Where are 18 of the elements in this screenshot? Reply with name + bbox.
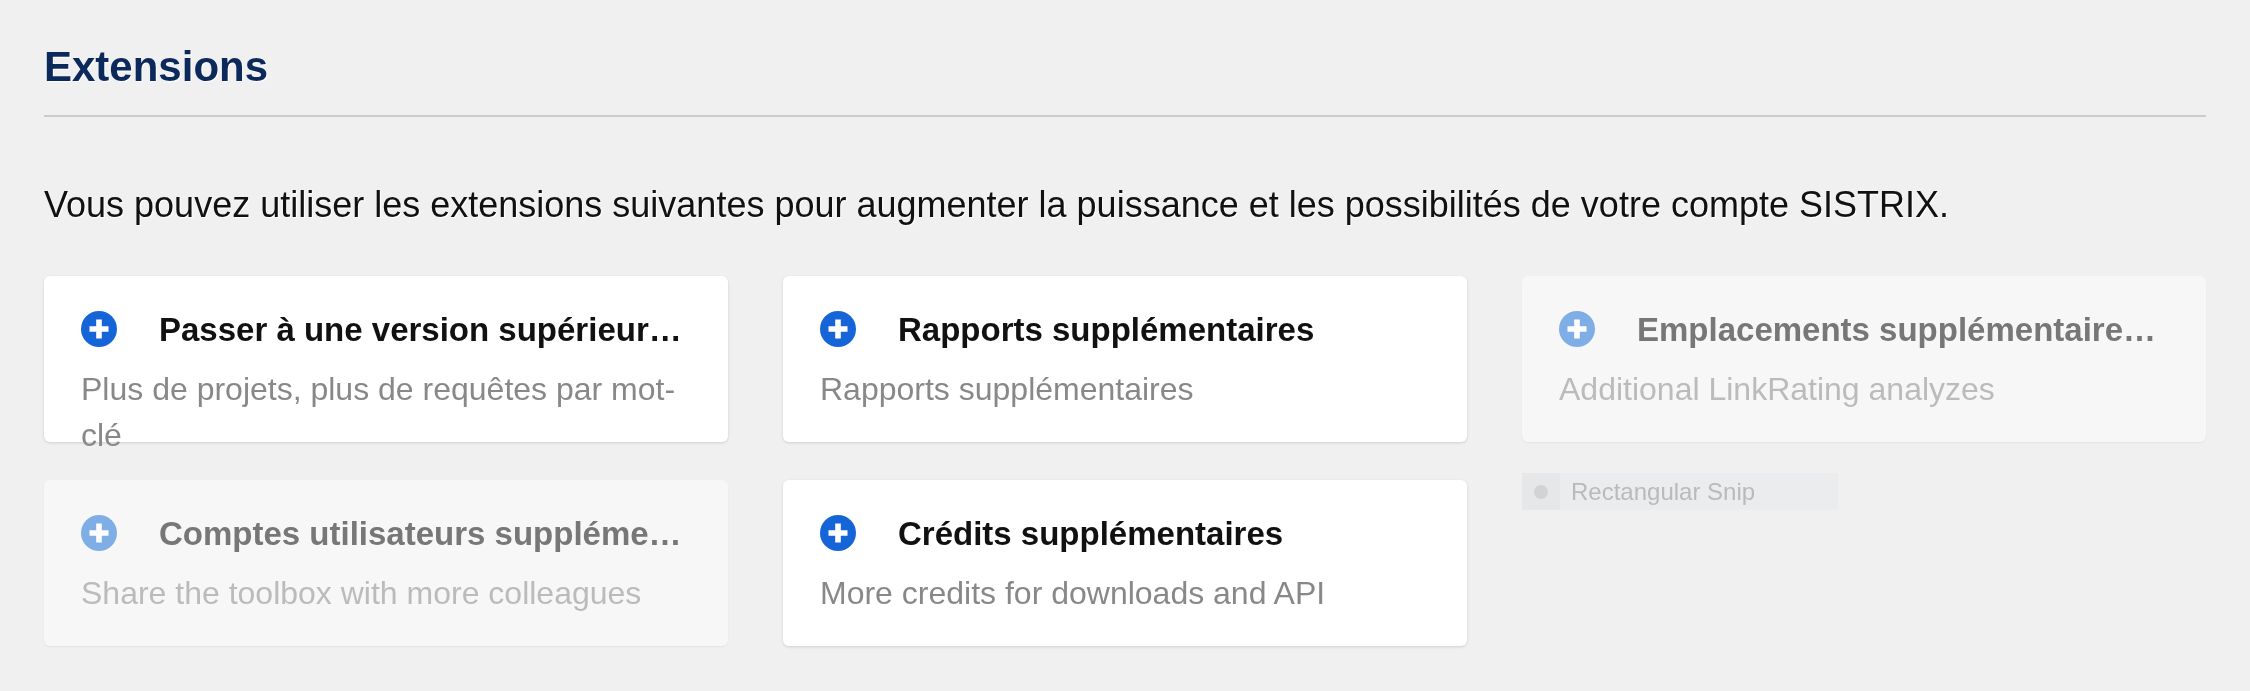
plus-circle-icon <box>81 311 117 347</box>
plus-circle-icon <box>1559 311 1595 347</box>
extension-title: Passer à une version supérieur… <box>159 312 682 346</box>
extension-description: Share the toolbox with more colleagues <box>81 574 643 613</box>
extension-description: Rapports supplémentaires <box>820 370 1195 409</box>
extension-description: More credits for downloads and API <box>820 574 1327 613</box>
extension-card[interactable]: Rapports supplémentaires Rapports supplémentaires <box>783 276 1467 442</box>
extension-card[interactable]: Crédits supplémentaires More credits for downloads and API <box>783 480 1467 646</box>
extension-title: Comptes utilisateurs suppléme… <box>159 516 682 550</box>
page-title: Extensions <box>44 46 269 88</box>
extension-description: Additional LinkRating analyzes <box>1559 370 1996 409</box>
plus-circle-icon <box>81 515 117 551</box>
extension-title: Emplacements supplémentaire… <box>1637 312 2156 346</box>
extension-title: Crédits supplémentaires <box>898 516 1284 550</box>
extension-title: Rapports supplémentaires <box>898 312 1315 346</box>
plus-circle-icon <box>820 311 856 347</box>
plus-circle-icon <box>820 515 856 551</box>
intro-text: Vous pouvez utiliser les extensions suivantes pour augmenter la puissance et les possibilités de votre compte SISTRIX. <box>44 187 1949 223</box>
